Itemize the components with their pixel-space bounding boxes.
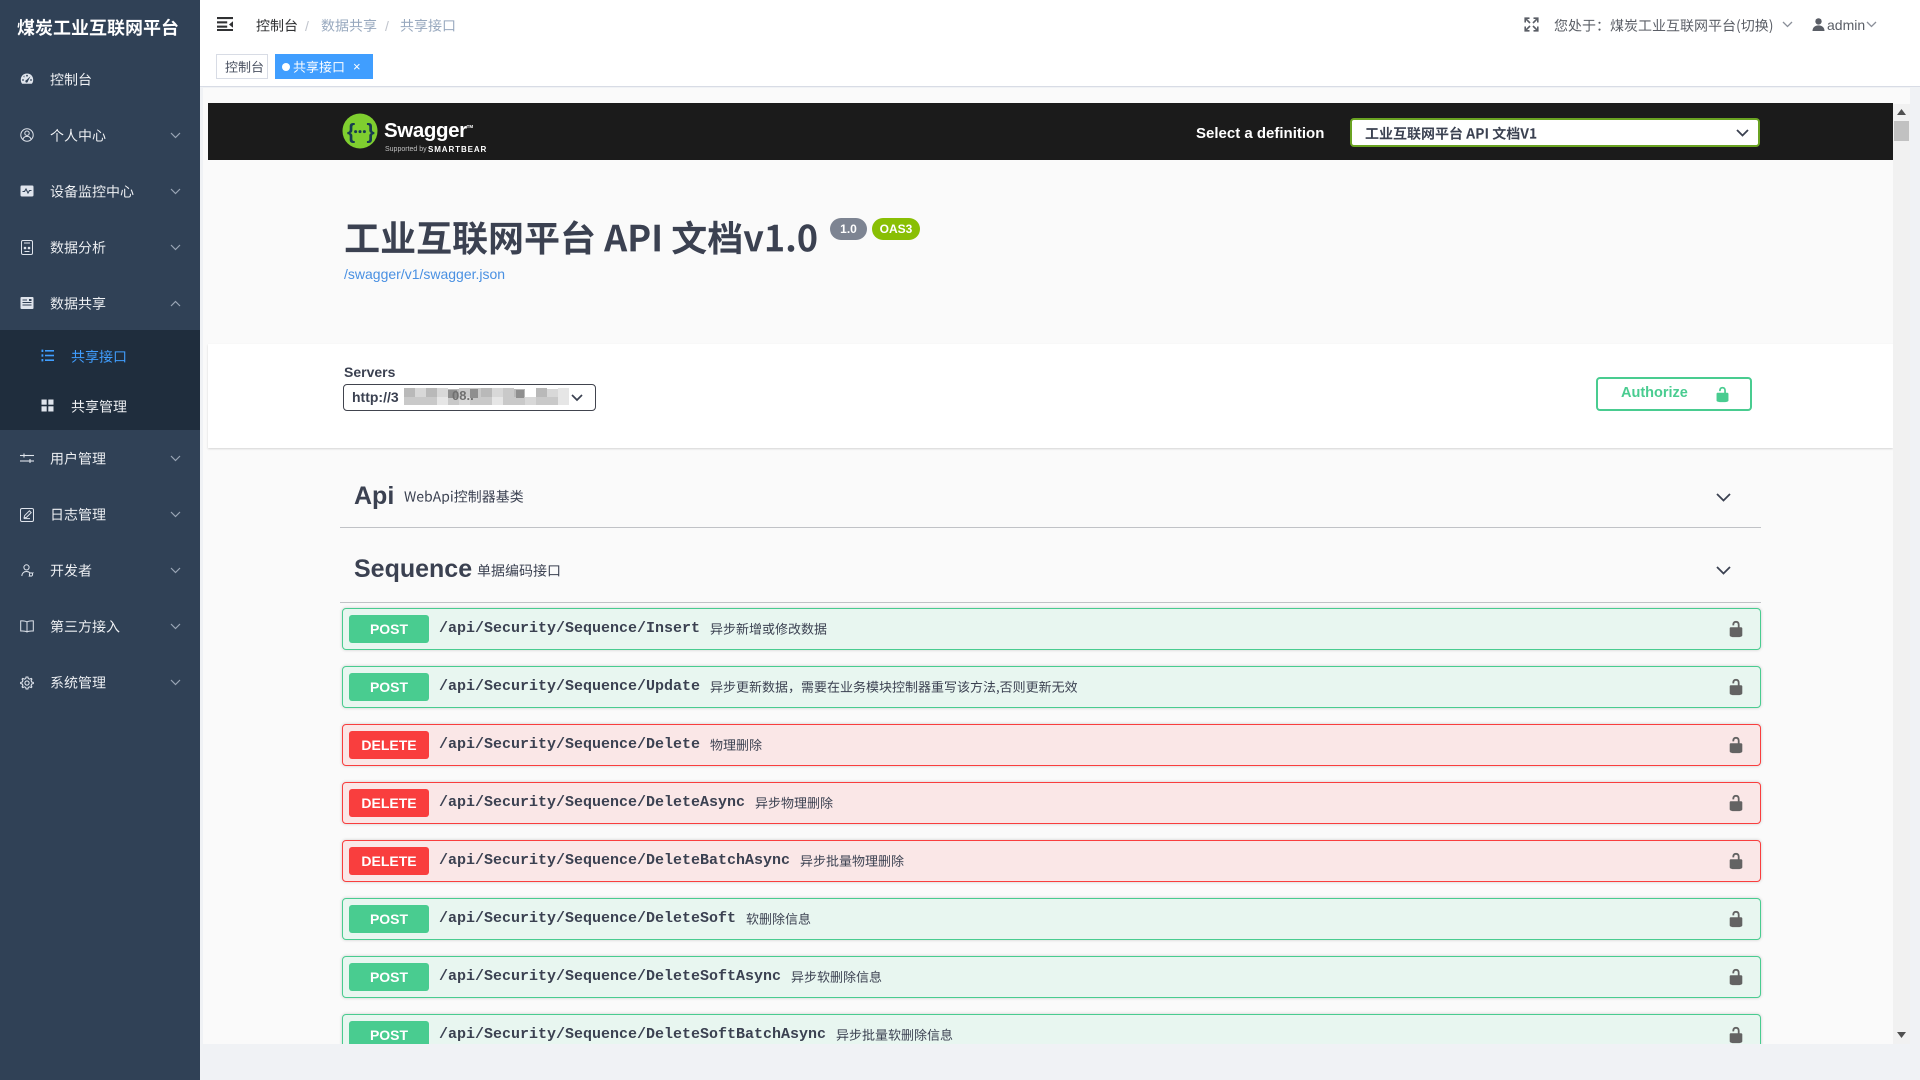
svg-text:}: }	[367, 121, 375, 144]
svg-text:{: {	[347, 121, 355, 144]
svg-text:08..: 08..	[452, 388, 474, 403]
